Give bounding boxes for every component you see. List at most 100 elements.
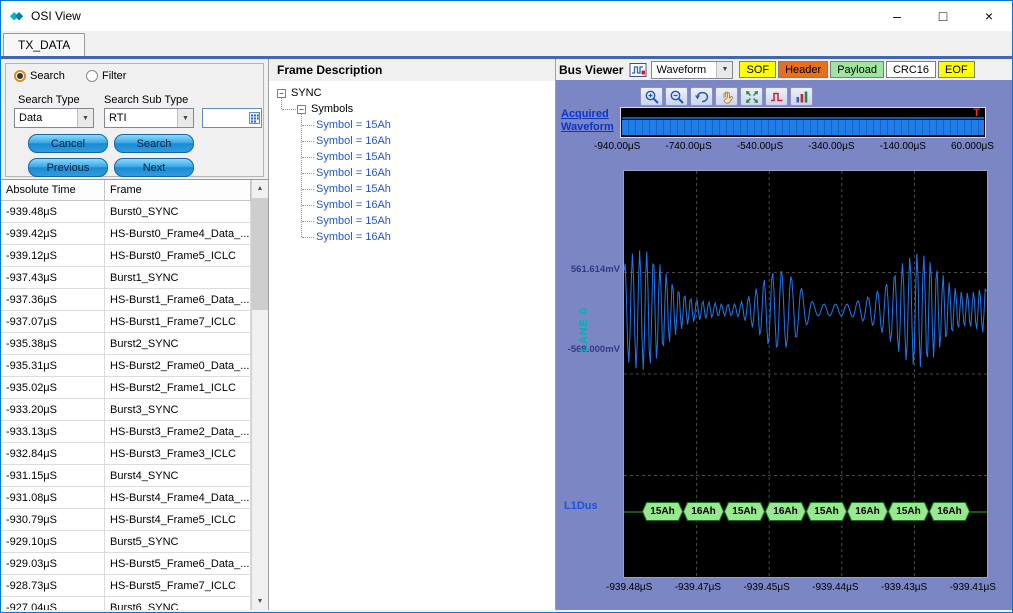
table-row[interactable]: -935.38μSBurst2_SYNC (1, 333, 251, 355)
table-row[interactable]: -937.07μSHS-Burst1_Frame7_ICLC (1, 311, 251, 333)
maximize-button[interactable]: □ (920, 1, 966, 31)
frame-cell: Burst5_SYNC (105, 531, 251, 553)
column-header-absolute-time[interactable]: Absolute Time (1, 180, 105, 201)
waveform-canvas[interactable]: 15Ah16Ah15Ah16Ah15Ah16Ah15Ah16Ah (623, 170, 988, 578)
waveform-overview-strip[interactable]: T (620, 107, 986, 138)
search-value-input[interactable] (203, 110, 243, 126)
results-scrollbar[interactable]: ▲ ▼ (251, 180, 268, 610)
table-row[interactable]: -939.48μSBurst0_SYNC (1, 201, 251, 223)
zoom-in-button[interactable] (640, 87, 663, 106)
undo-button[interactable] (690, 87, 713, 106)
minimize-button[interactable]: – (874, 1, 920, 31)
time-tick: -939.44μS (812, 582, 858, 593)
overview-tick: -340.00μS (808, 141, 854, 152)
search-radio-row[interactable]: Search (14, 70, 65, 82)
absolute-time-cell: -939.48μS (1, 201, 105, 223)
column-header-frame[interactable]: Frame (105, 180, 251, 201)
tree-item-symbols[interactable]: − Symbols (269, 101, 555, 117)
table-row[interactable]: -929.03μSHS-Burst5_Frame6_Data_... (1, 553, 251, 575)
search-sub-type-dropdown[interactable]: RTI ▼ (104, 108, 194, 128)
table-row[interactable]: -933.20μSBurst3_SYNC (1, 399, 251, 421)
filter-radio[interactable] (86, 70, 98, 82)
fit-button[interactable] (740, 87, 763, 106)
scroll-up-icon[interactable]: ▲ (252, 180, 268, 197)
tree-item-sync[interactable]: − SYNC (269, 85, 555, 101)
bus-settings-button[interactable] (790, 87, 813, 106)
next-button[interactable]: Next (114, 158, 194, 177)
frame-cell: HS-Burst2_Frame1_ICLC (105, 377, 251, 399)
tree-item-symbol[interactable]: Symbol = 16Ah (269, 229, 555, 245)
acquired-waveform-label[interactable]: Acquired Waveform (561, 108, 619, 134)
bus-config-icon[interactable] (629, 62, 647, 78)
collapse-icon[interactable]: − (277, 89, 286, 98)
table-row[interactable]: -939.12μSHS-Burst0_Frame5_ICLC (1, 245, 251, 267)
legend-crc16[interactable]: CRC16 (886, 61, 936, 78)
table-row[interactable]: -933.13μSHS-Burst3_Frame2_Data_... (1, 421, 251, 443)
scrollbar-thumb[interactable] (252, 198, 268, 310)
decode-symbol-bubble: 16Ah (847, 502, 888, 521)
absolute-time-cell: -929.10μS (1, 531, 105, 553)
tree-item-symbol[interactable]: Symbol = 15Ah (269, 181, 555, 197)
search-radio[interactable] (14, 70, 26, 82)
search-value-field[interactable] (202, 108, 262, 128)
search-button[interactable]: Search (114, 134, 194, 153)
previous-button[interactable]: Previous (28, 158, 108, 177)
legend-header[interactable]: Header (778, 61, 828, 78)
decode-symbol-bubble: 16Ah (683, 502, 724, 521)
tree-connector (302, 189, 314, 190)
tree-item-symbol[interactable]: Symbol = 16Ah (269, 165, 555, 181)
table-row[interactable]: -931.08μSHS-Burst4_Frame4_Data_... (1, 487, 251, 509)
lane-label: LANE 0 (578, 307, 590, 352)
absolute-time-cell: -935.02μS (1, 377, 105, 399)
legend-payload[interactable]: Payload (830, 61, 884, 78)
overview-tick: -540.00μS (737, 141, 783, 152)
table-row[interactable]: -932.84μSHS-Burst3_Frame3_ICLC (1, 443, 251, 465)
table-row[interactable]: -939.42μSHS-Burst0_Frame4_Data_... (1, 223, 251, 245)
tree-item-symbol[interactable]: Symbol = 16Ah (269, 197, 555, 213)
decode-symbol-bubble: 15Ah (806, 502, 847, 521)
table-row[interactable]: -935.02μSHS-Burst2_Frame1_ICLC (1, 377, 251, 399)
collapse-icon[interactable]: − (297, 105, 306, 114)
tree-connector (302, 221, 314, 222)
absolute-time-cell: -937.07μS (1, 311, 105, 333)
table-row[interactable]: -928.73μSHS-Burst5_Frame7_ICLC (1, 575, 251, 597)
frame-cell: Burst1_SYNC (105, 267, 251, 289)
scroll-down-icon[interactable]: ▼ (252, 593, 268, 610)
keypad-icon[interactable] (249, 112, 260, 124)
tree-label-sync: SYNC (291, 87, 322, 99)
legend-sof[interactable]: SOF (739, 61, 776, 78)
cancel-button[interactable]: Cancel (28, 134, 108, 153)
waveform-mode-dropdown[interactable]: Waveform ▼ (651, 61, 733, 79)
tab-tx-data[interactable]: TX_DATA (3, 33, 85, 56)
filter-radio-row[interactable]: Filter (86, 70, 126, 82)
zoom-out-button[interactable] (665, 87, 688, 106)
table-row[interactable]: -931.15μSBurst4_SYNC (1, 465, 251, 487)
frame-cell: HS-Burst1_Frame7_ICLC (105, 311, 251, 333)
legend-eof[interactable]: EOF (938, 61, 975, 78)
tree-item-symbol[interactable]: Symbol = 15Ah (269, 117, 555, 133)
table-row[interactable]: -927.04μSBurst6_SYNC (1, 597, 251, 610)
close-button[interactable]: × (966, 1, 1012, 31)
pan-button[interactable] (715, 87, 738, 106)
chevron-down-icon: ▼ (716, 62, 732, 78)
frame-cell: HS-Burst3_Frame2_Data_... (105, 421, 251, 443)
tree-item-symbol[interactable]: Symbol = 15Ah (269, 149, 555, 165)
titlebar: OSI View – □ × (1, 1, 1012, 31)
search-type-dropdown[interactable]: Data ▼ (14, 108, 94, 128)
search-type-label: Search Type (18, 94, 80, 106)
frame-cell: HS-Burst0_Frame4_Data_... (105, 223, 251, 245)
table-row[interactable]: -937.36μSHS-Burst1_Frame6_Data_... (1, 289, 251, 311)
table-row[interactable]: -929.10μSBurst5_SYNC (1, 531, 251, 553)
table-row[interactable]: -930.79μSHS-Burst4_Frame5_ICLC (1, 509, 251, 531)
table-row[interactable]: -937.43μSBurst1_SYNC (1, 267, 251, 289)
tree-item-symbol[interactable]: Symbol = 15Ah (269, 213, 555, 229)
table-row[interactable]: -935.31μSHS-Burst2_Frame0_Data_... (1, 355, 251, 377)
frame-legend: SOFHeaderPayloadCRC16EOF (739, 61, 974, 78)
symbol-label: Symbol = 15Ah (316, 119, 391, 131)
waveform-toolbar (640, 87, 813, 106)
frame-cell: Burst3_SYNC (105, 399, 251, 421)
trigger-pattern-button[interactable] (765, 87, 788, 106)
frame-cell: HS-Burst2_Frame0_Data_... (105, 355, 251, 377)
absolute-time-cell: -935.38μS (1, 333, 105, 355)
tree-item-symbol[interactable]: Symbol = 16Ah (269, 133, 555, 149)
